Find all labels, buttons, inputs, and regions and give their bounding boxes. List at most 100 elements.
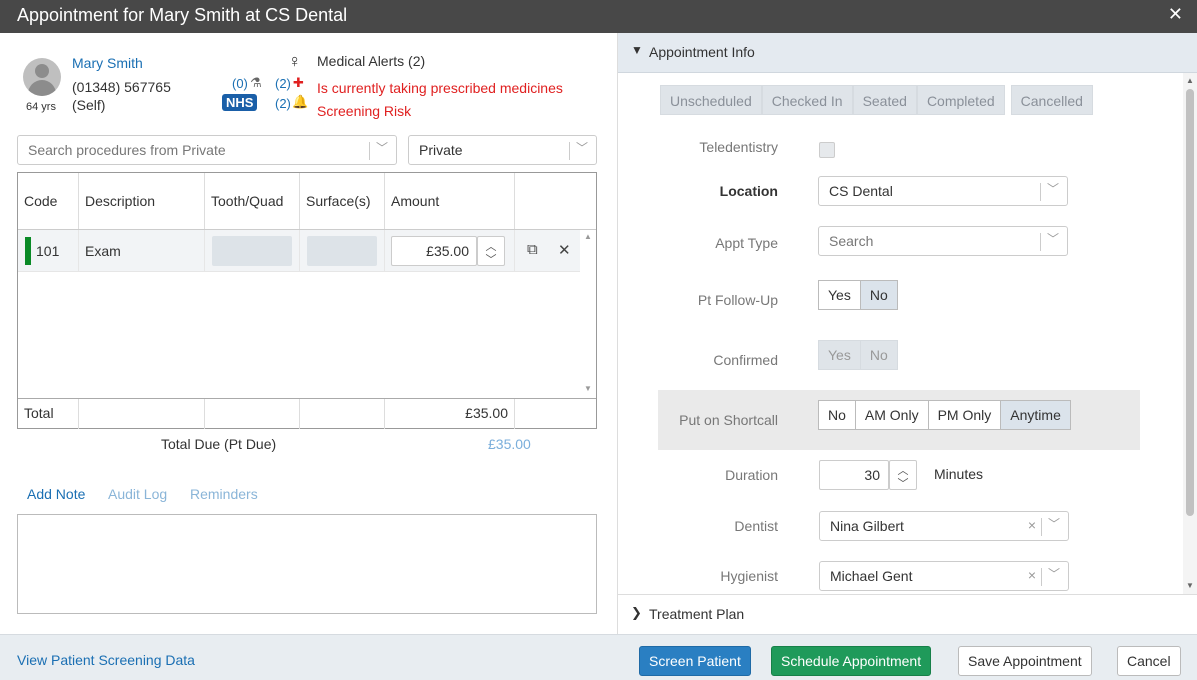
status-seated-button[interactable]: Seated — [852, 85, 917, 115]
fee-schedule-select[interactable]: Private ﹀ — [408, 135, 597, 165]
table-total-row: Total £35.00 — [18, 398, 596, 429]
location-value: CS Dental — [829, 183, 893, 199]
procedure-search-placeholder: Search procedures from Private — [28, 142, 226, 158]
appointment-info-title: Appointment Info — [649, 44, 755, 60]
procedure-search-input[interactable]: Search procedures from Private ﹀ — [17, 135, 397, 165]
screen-patient-button[interactable]: Screen Patient — [639, 646, 751, 676]
appointment-left-pane: 64 yrs Mary Smith (01348) 567765 (Self) … — [0, 33, 617, 634]
confirmed-yes-button[interactable]: Yes — [818, 340, 861, 370]
scroll-up-icon[interactable]: ▲ — [1186, 76, 1194, 85]
treatment-plan-title: Treatment Plan — [649, 606, 745, 622]
teledentistry-checkbox[interactable] — [819, 142, 835, 158]
scroll-down-icon[interactable]: ▼ — [1186, 581, 1194, 590]
female-icon: ♀ — [288, 51, 302, 71]
hygienist-value: Michael Gent — [830, 568, 913, 584]
shortcall-toggle: No AM Only PM Only Anytime — [818, 400, 1071, 430]
patient-phone: (01348) 567765 — [72, 79, 171, 95]
medical-alerts-title: Medical Alerts (2) — [317, 53, 426, 69]
column-header-code: Code — [18, 173, 79, 229]
alert-item: Screening Risk — [317, 103, 412, 119]
dentist-value: Nina Gilbert — [830, 518, 904, 534]
shortcall-label: Put on Shortcall — [679, 412, 778, 428]
cancel-button[interactable]: Cancel — [1117, 646, 1181, 676]
chevron-down-icon[interactable]: ﹀ — [478, 251, 504, 267]
tab-add-note[interactable]: Add Note — [27, 486, 85, 502]
duration-stepper[interactable]: ︿ ﹀ — [889, 460, 917, 490]
chevron-down-icon[interactable]: ﹀ — [890, 475, 916, 491]
dialog-footer: View Patient Screening Data Screen Patie… — [0, 634, 1197, 680]
hygienist-select[interactable]: Michael Gent × ﹀ — [819, 561, 1069, 591]
fee-schedule-value: Private — [419, 142, 463, 158]
clear-icon[interactable]: × — [1028, 567, 1036, 583]
total-due-label: Total Due (Pt Due) — [161, 436, 277, 452]
confirmed-no-button[interactable]: No — [859, 340, 898, 370]
chevron-down-icon: ﹀ — [1047, 517, 1060, 531]
procedure-description: Exam — [85, 243, 121, 259]
medication-count[interactable]: (2) — [275, 76, 291, 91]
hygienist-label: Hygienist — [720, 568, 778, 584]
alert-count[interactable]: (2) — [275, 96, 291, 111]
bell-icon: 🔔 — [292, 94, 309, 109]
scroll-down-icon[interactable]: ▼ — [584, 384, 592, 393]
tab-audit-log[interactable]: Audit Log — [108, 486, 167, 502]
surface-field[interactable] — [307, 236, 377, 266]
view-screening-data-link[interactable]: View Patient Screening Data — [17, 652, 195, 668]
shortcall-anytime-button[interactable]: Anytime — [1000, 400, 1071, 430]
schedule-appointment-button[interactable]: Schedule Appointment — [771, 646, 932, 676]
dentist-label: Dentist — [734, 518, 778, 534]
shortcall-no-button[interactable]: No — [818, 400, 856, 430]
lab-count[interactable]: (0) — [232, 76, 248, 91]
confirmed-toggle: Yes No — [818, 340, 898, 370]
tooth-field[interactable] — [212, 236, 292, 266]
total-due-value: £35.00 — [488, 436, 531, 452]
patient-name-link[interactable]: Mary Smith — [72, 55, 143, 71]
total-amount: £35.00 — [465, 405, 508, 421]
followup-yes-button[interactable]: Yes — [818, 280, 861, 310]
status-unscheduled-button[interactable]: Unscheduled — [660, 85, 762, 115]
close-icon[interactable]: ✕ — [1168, 4, 1183, 25]
location-select[interactable]: CS Dental ﹀ — [818, 176, 1068, 206]
procedures-table: Code Description Tooth/Quad Surface(s) A… — [17, 172, 597, 429]
clear-icon[interactable]: × — [1028, 517, 1036, 533]
appointment-info-header[interactable]: ▼ Appointment Info — [618, 33, 1197, 73]
appointment-right-pane: ▼ Appointment Info Unscheduled Checked I… — [617, 33, 1197, 634]
amount-input[interactable]: £35.00 — [391, 236, 477, 266]
scroll-up-icon[interactable]: ▲ — [584, 232, 592, 241]
chevron-right-icon: ❯ — [631, 605, 642, 620]
location-label: Location — [719, 183, 778, 199]
patient-relation: (Self) — [72, 97, 106, 113]
followup-no-button[interactable]: No — [859, 280, 898, 310]
shortcall-am-button[interactable]: AM Only — [854, 400, 929, 430]
copy-icon[interactable]: ⧉ — [527, 241, 538, 258]
column-header-surfaces: Surface(s) — [300, 173, 385, 229]
scrollbar-thumb[interactable] — [1186, 89, 1194, 516]
chevron-down-icon: ﹀ — [575, 141, 588, 155]
save-appointment-button[interactable]: Save Appointment — [958, 646, 1092, 676]
status-completed-button[interactable]: Completed — [916, 85, 1005, 115]
duration-input[interactable]: 30 — [819, 460, 889, 490]
appt-type-search-input[interactable]: Search ﹀ — [818, 226, 1068, 256]
nhs-badge: NHS — [222, 94, 258, 111]
flask-icon: ⚗ — [250, 75, 262, 90]
followup-label: Pt Follow-Up — [697, 292, 778, 308]
shortcall-pm-button[interactable]: PM Only — [927, 400, 1002, 430]
duration-label: Duration — [725, 467, 778, 483]
appt-type-placeholder: Search — [829, 233, 874, 249]
treatment-plan-header[interactable]: ❯ Treatment Plan — [618, 594, 1197, 634]
status-checked-in-button[interactable]: Checked In — [761, 85, 853, 115]
column-header-tooth: Tooth/Quad — [205, 173, 300, 229]
avatar — [23, 58, 61, 96]
amount-stepper[interactable]: ︿ ﹀ — [477, 236, 505, 266]
status-button-group: Unscheduled Checked In Seated Completed … — [660, 85, 1093, 115]
status-cancelled-button[interactable]: Cancelled — [1010, 85, 1093, 115]
dentist-select[interactable]: Nina Gilbert × ﹀ — [819, 511, 1069, 541]
table-row[interactable]: 101 Exam £35.00 ︿ ﹀ ⧉ ✕ — [18, 230, 580, 272]
info-scrollbar[interactable]: ▲ ▼ — [1183, 73, 1197, 594]
column-header-amount: Amount — [385, 173, 515, 229]
tab-reminders[interactable]: Reminders — [190, 486, 258, 502]
note-textarea[interactable] — [17, 514, 597, 614]
table-scrollbar[interactable]: ▲ ▼ — [580, 230, 596, 398]
total-label: Total — [24, 405, 54, 421]
chevron-down-icon: ﹀ — [375, 141, 388, 155]
delete-icon[interactable]: ✕ — [558, 241, 571, 259]
